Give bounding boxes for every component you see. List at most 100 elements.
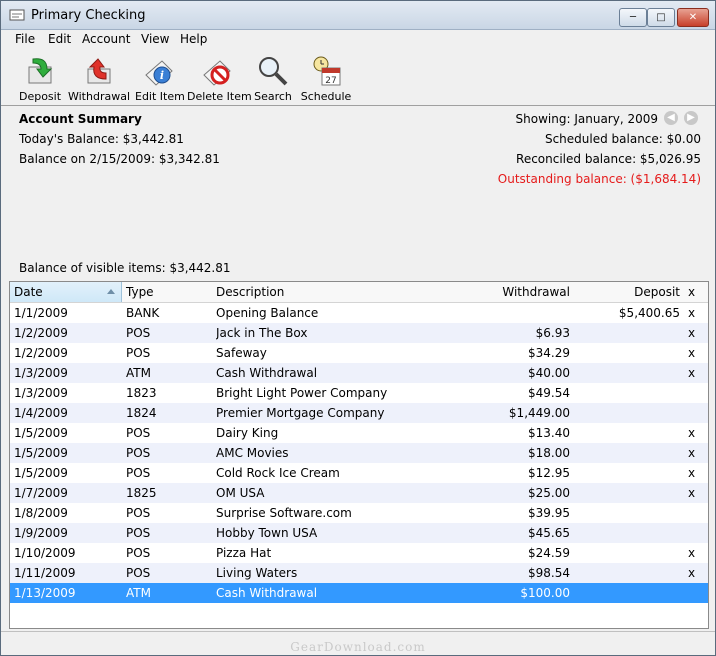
table-row[interactable]: 1/7/2009 1825 OM USA $25.00 x (10, 483, 708, 503)
schedule-calendar-icon: 27 (313, 56, 341, 86)
search-icon (259, 57, 288, 86)
table-row[interactable]: 1/3/2009 ATM Cash Withdrawal $40.00 x (10, 363, 708, 383)
edit-item-button[interactable]: i Edit Item (135, 53, 185, 103)
cell-date: 1/13/2009 (14, 586, 76, 600)
column-header-description[interactable]: Description (212, 282, 472, 302)
cell-withdrawal: $98.54 (528, 566, 570, 580)
cell-withdrawal: $34.29 (528, 346, 570, 360)
delete-item-button[interactable]: Delete Item (187, 53, 252, 103)
cell-description: Premier Mortgage Company (216, 406, 385, 420)
cell-type: POS (126, 546, 151, 560)
cell-x: x (688, 306, 696, 320)
cell-date: 1/1/2009 (14, 306, 68, 320)
delete-item-label: Delete Item (187, 90, 252, 103)
cell-date: 1/9/2009 (14, 526, 68, 540)
cell-withdrawal: $18.00 (528, 446, 570, 460)
cell-x: x (688, 366, 696, 380)
cell-type: POS (126, 466, 151, 480)
cell-type: POS (126, 566, 151, 580)
edit-info-icon: i (145, 60, 173, 86)
cell-deposit (574, 443, 680, 463)
cell-date: 1/5/2009 (14, 426, 68, 440)
column-header-cleared[interactable]: x (684, 282, 708, 302)
deposit-button[interactable]: Deposit (15, 53, 65, 103)
minimize-button[interactable]: ─ (619, 8, 647, 27)
table-row[interactable]: 1/1/2009 BANK Opening Balance $5,400.65 x (10, 303, 708, 323)
cell-type: ATM (126, 366, 151, 380)
cell-deposit (574, 383, 680, 403)
prev-month-icon[interactable]: ◀ (664, 111, 678, 125)
table-row[interactable]: 1/5/2009 POS Cold Rock Ice Cream $12.95 x (10, 463, 708, 483)
cell-withdrawal: $12.95 (528, 466, 570, 480)
cell-withdrawal: $1,449.00 (508, 406, 570, 420)
status-bar: GearDownload.com (1, 631, 715, 655)
app-window: Primary Checking ─ □ ✕ File Edit Account… (0, 0, 716, 656)
cell-date: 1/4/2009 (14, 406, 68, 420)
cell-withdrawal (472, 303, 570, 323)
schedule-label: Schedule (300, 90, 352, 103)
schedule-button[interactable]: 27 Schedule (299, 53, 353, 103)
cell-x (688, 503, 704, 523)
close-button[interactable]: ✕ (677, 8, 709, 27)
cell-deposit (574, 343, 680, 363)
menu-view[interactable]: View (141, 32, 169, 46)
withdrawal-label: Withdrawal (67, 90, 130, 103)
cell-withdrawal: $40.00 (528, 366, 570, 380)
column-header-date[interactable]: Date (10, 282, 122, 302)
table-row[interactable]: 1/5/2009 POS AMC Movies $18.00 x (10, 443, 708, 463)
deposit-icon (28, 58, 53, 84)
cell-deposit (574, 583, 680, 603)
cell-description: Opening Balance (216, 306, 319, 320)
cell-x: x (688, 566, 696, 580)
withdrawal-button[interactable]: Withdrawal (67, 53, 131, 103)
cell-date: 1/5/2009 (14, 446, 68, 460)
sort-ascending-icon (107, 289, 115, 294)
cell-date: 1/5/2009 (14, 466, 68, 480)
table-row[interactable]: 1/8/2009 POS Surprise Software.com $39.95 (10, 503, 708, 523)
cell-type: ATM (126, 586, 151, 600)
cell-withdrawal: $24.59 (528, 546, 570, 560)
cell-x: x (688, 426, 696, 440)
table-row[interactable]: 1/9/2009 POS Hobby Town USA $45.65 (10, 523, 708, 543)
table-row[interactable]: 1/5/2009 POS Dairy King $13.40 x (10, 423, 708, 443)
table-row[interactable]: 1/3/2009 1823 Bright Light Power Company $4… (10, 383, 708, 403)
next-month-icon[interactable]: ▶ (684, 111, 698, 125)
column-header-type[interactable]: Type (122, 282, 212, 302)
menu-edit[interactable]: Edit (48, 32, 71, 46)
transactions-table[interactable]: Date Type Description Withdrawal Deposit… (9, 281, 709, 629)
cell-x (688, 523, 704, 543)
balance-on-date: Balance on 2/15/2009: $3,342.81 (19, 152, 220, 166)
cell-description: Living Waters (216, 566, 298, 580)
cell-deposit (574, 463, 680, 483)
visible-items-balance: Balance of visible items: $3,442.81 (19, 261, 231, 275)
cell-deposit (574, 543, 680, 563)
cell-type: POS (126, 426, 151, 440)
cell-type: POS (126, 346, 151, 360)
column-header-withdrawal[interactable]: Withdrawal (472, 282, 574, 302)
cell-x: x (688, 466, 696, 480)
table-row[interactable]: 1/4/2009 1824 Premier Mortgage Company $1,4… (10, 403, 708, 423)
menu-file[interactable]: File (15, 32, 35, 46)
column-header-deposit[interactable]: Deposit (574, 282, 684, 302)
table-row[interactable]: 1/10/2009 POS Pizza Hat $24.59 x (10, 543, 708, 563)
table-header: Date Type Description Withdrawal Deposit… (10, 282, 708, 303)
toolbar: Deposit Withdrawal i Edit Item Delete It… (1, 49, 715, 106)
table-row[interactable]: 1/11/2009 POS Living Waters $98.54 x (10, 563, 708, 583)
maximize-button[interactable]: □ (647, 8, 675, 27)
account-summary-panel: Account Summary Today's Balance: $3,442.… (1, 106, 715, 278)
cell-withdrawal: $49.54 (528, 386, 570, 400)
table-row[interactable]: 1/2/2009 POS Jack in The Box $6.93 x (10, 323, 708, 343)
checkbook-icon (9, 9, 25, 21)
menu-account[interactable]: Account (82, 32, 130, 46)
search-button[interactable]: Search (251, 53, 295, 103)
cell-date: 1/7/2009 (14, 486, 68, 500)
cell-deposit (574, 483, 680, 503)
title-bar[interactable]: Primary Checking ─ □ ✕ (1, 1, 715, 30)
cell-description: Jack in The Box (216, 326, 308, 340)
deposit-label: Deposit (18, 90, 62, 103)
watermark: GearDownload.com (290, 640, 426, 654)
menu-help[interactable]: Help (180, 32, 207, 46)
cell-type: POS (126, 326, 151, 340)
table-row[interactable]: 1/2/2009 POS Safeway $34.29 x (10, 343, 708, 363)
table-row[interactable]: 1/13/2009 ATM Cash Withdrawal $100.00 (10, 583, 708, 603)
